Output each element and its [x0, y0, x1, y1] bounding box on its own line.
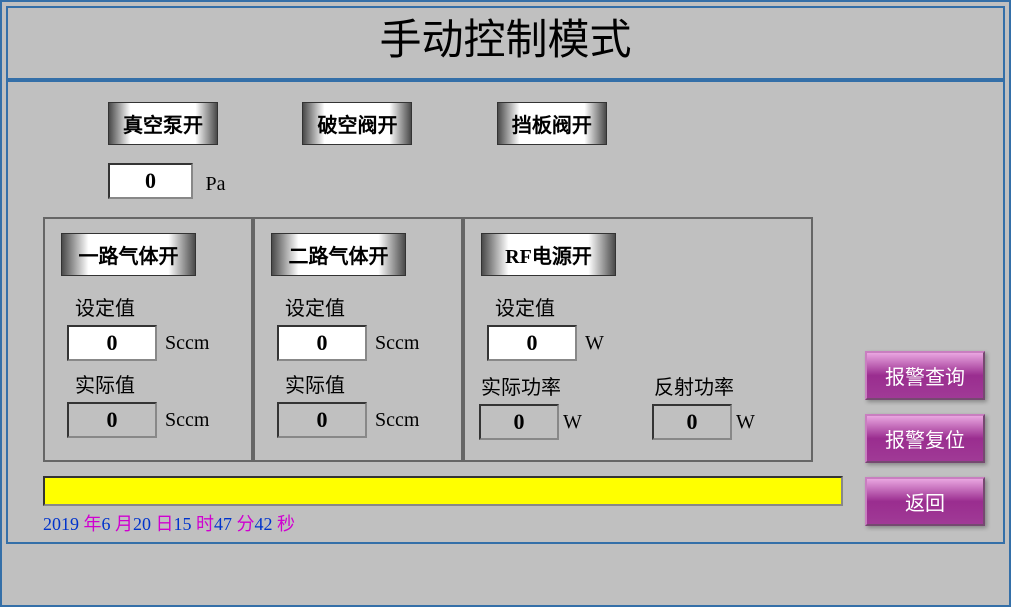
rf-set-unit: W [585, 332, 604, 355]
gas1-act-value: 0 [67, 402, 157, 438]
gas1-set-unit: Sccm [165, 332, 209, 355]
clock-day: 20 [133, 514, 151, 534]
gas2-button[interactable]: 二路气体开 [271, 233, 406, 276]
clock-year: 2019 [43, 514, 79, 534]
rf-actual-value: 0 [479, 404, 559, 440]
gas1-button[interactable]: 一路气体开 [61, 233, 196, 276]
clock-min: 47 [214, 514, 232, 534]
clock-hour-label: 时 [196, 514, 214, 534]
gas1-act-label: 实际值 [75, 369, 243, 398]
clock-sec: 42 [255, 514, 273, 534]
vacuum-pump-button[interactable]: 真空泵开 [108, 102, 218, 145]
gas1-panel: 一路气体开 设定值 0 Sccm 实际值 0 Sccm [43, 217, 253, 462]
alarm-reset-button[interactable]: 报警复位 [865, 414, 985, 463]
gas2-set-label: 设定值 [285, 292, 453, 321]
back-button[interactable]: 返回 [865, 477, 985, 526]
gas2-act-unit: Sccm [375, 409, 419, 432]
clock-month: 6 [102, 514, 111, 534]
clock-year-label: 年 [84, 514, 102, 534]
rf-actual-label: 实际功率 [481, 371, 630, 400]
gas1-act-unit: Sccm [165, 409, 209, 432]
break-valve-button[interactable]: 破空阀开 [302, 102, 412, 145]
clock-day-label: 日 [156, 514, 174, 534]
rf-reflect-unit: W [736, 411, 755, 434]
status-bar [43, 476, 843, 506]
rf-power-button[interactable]: RF电源开 [481, 233, 616, 276]
rf-reflect-value: 0 [652, 404, 732, 440]
alarm-query-button[interactable]: 报警查询 [865, 351, 985, 400]
vacuum-unit: Pa [205, 173, 225, 195]
gas1-set-label: 设定值 [75, 292, 243, 321]
clock-month-label: 月 [115, 514, 133, 534]
gas2-set-value[interactable]: 0 [277, 325, 367, 361]
page-title: 手动控制模式 [8, 8, 1003, 80]
gas2-act-value: 0 [277, 402, 367, 438]
rf-actual-unit: W [563, 411, 582, 434]
gas1-set-value[interactable]: 0 [67, 325, 157, 361]
vacuum-value[interactable]: 0 [108, 163, 193, 199]
baffle-valve-button[interactable]: 挡板阀开 [497, 102, 607, 145]
rf-set-value[interactable]: 0 [487, 325, 577, 361]
clock-min-label: 分 [237, 514, 255, 534]
clock-hour: 15 [174, 514, 192, 534]
gas2-act-label: 实际值 [285, 369, 453, 398]
rf-set-label: 设定值 [495, 292, 803, 321]
gas2-panel: 二路气体开 设定值 0 Sccm 实际值 0 Sccm [253, 217, 463, 462]
clock-sec-label: 秒 [277, 514, 295, 534]
clock: 2019 年6 月20 日15 时47 分42 秒 [43, 510, 993, 536]
gas2-set-unit: Sccm [375, 332, 419, 355]
rf-reflect-label: 反射功率 [654, 371, 803, 400]
rf-panel: RF电源开 设定值 0 W 实际功率 0 W 反射功率 [463, 217, 813, 462]
